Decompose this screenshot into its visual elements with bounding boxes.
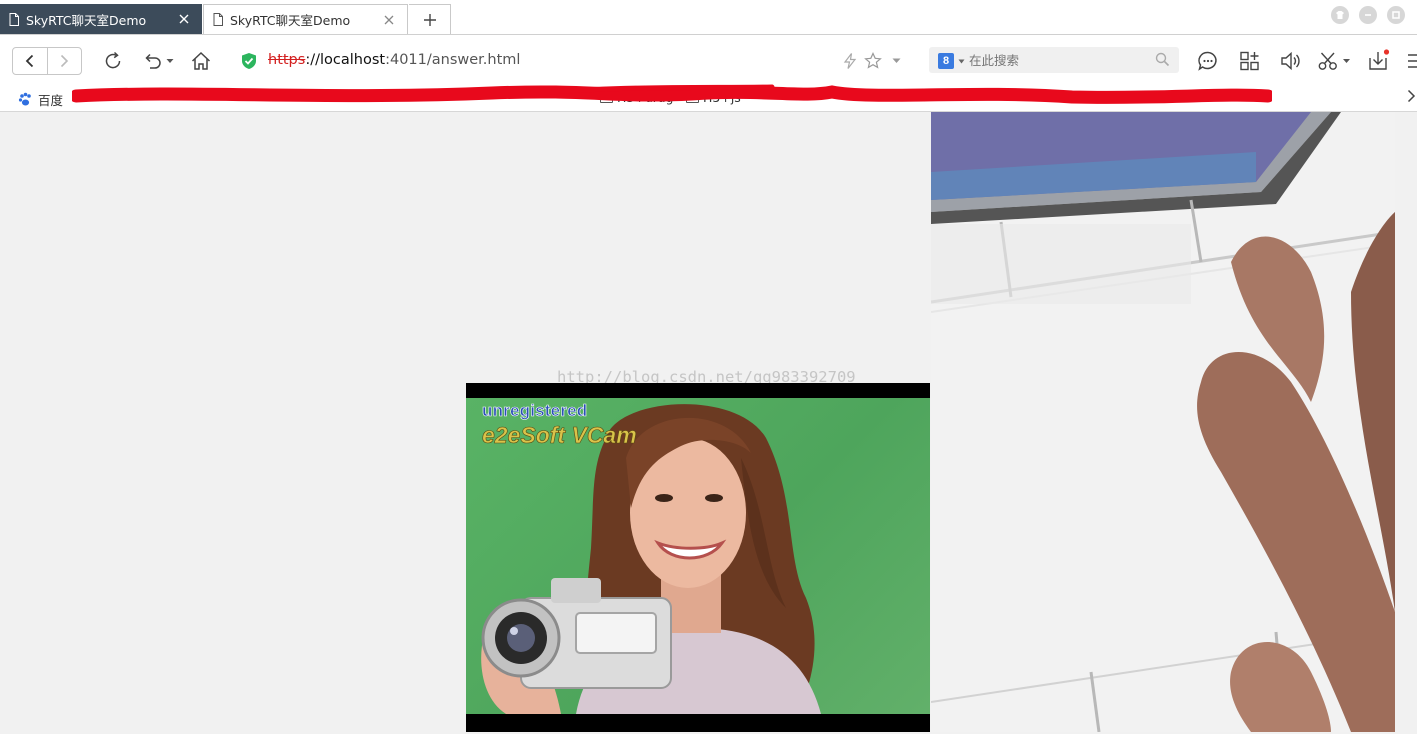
- chevron-down-icon: [166, 59, 174, 63]
- menu-icon[interactable]: [1406, 52, 1417, 70]
- shirt-icon: [1336, 11, 1344, 19]
- lightning-icon[interactable]: [843, 53, 857, 69]
- reload-icon: [105, 51, 121, 69]
- url-path: :4011/answer.html: [385, 52, 521, 68]
- chevron-down-icon[interactable]: [892, 58, 901, 64]
- bookmark-baidu[interactable]: 百度: [18, 90, 63, 109]
- star-icon[interactable]: [864, 52, 882, 70]
- navigation-toolbar: https://localhost:4011/answer.html 8: [0, 35, 1417, 83]
- remote-camera-image: [931, 112, 1395, 732]
- home-button[interactable]: [189, 49, 213, 73]
- minimize-icon: [1365, 14, 1371, 16]
- chevron-right-icon: [61, 54, 69, 68]
- back-button[interactable]: [13, 48, 48, 74]
- paw-icon: [18, 92, 31, 106]
- local-video-frame: unregistered e2eSoft VCam: [466, 398, 930, 714]
- forward-button[interactable]: [48, 48, 82, 74]
- tab-title: SkyRTC聊天室Demo: [230, 13, 351, 28]
- back-forward-group: [12, 47, 82, 75]
- page-icon: [9, 12, 19, 26]
- vcam-overlay-unregistered: unregistered: [482, 401, 588, 421]
- minimize-button[interactable]: [1359, 6, 1377, 24]
- vcam-overlay-brand: e2eSoft VCam: [482, 422, 637, 449]
- redaction-scribble: [72, 84, 1272, 104]
- chevron-right-icon[interactable]: [1406, 89, 1416, 103]
- url-scheme: https: [268, 52, 306, 68]
- maximize-button[interactable]: [1387, 6, 1405, 24]
- url-host: ://localhost: [305, 52, 386, 68]
- magnifier-icon[interactable]: [1155, 52, 1170, 67]
- home-icon: [191, 51, 211, 70]
- search-engine-icon[interactable]: 8: [938, 53, 954, 69]
- close-tab-icon[interactable]: [178, 13, 190, 25]
- undo-close-button[interactable]: [139, 49, 177, 73]
- speaker-icon[interactable]: [1279, 50, 1301, 72]
- plus-icon: [423, 13, 436, 26]
- page-icon: [213, 13, 223, 26]
- chat-bubble-icon[interactable]: [1197, 50, 1219, 72]
- new-tab-button[interactable]: [409, 4, 451, 34]
- chevron-down-icon[interactable]: [958, 59, 965, 64]
- close-tab-icon[interactable]: [383, 14, 395, 26]
- page-content: http://blog.csdn.net/qq983392709 unregis…: [0, 112, 1417, 734]
- tab-strip: SkyRTC聊天室Demo SkyRTC聊天室Demo: [0, 0, 1417, 35]
- search-box: 8: [929, 47, 1179, 73]
- undo-icon: [145, 53, 161, 69]
- search-input[interactable]: [969, 51, 1149, 69]
- local-video[interactable]: unregistered e2eSoft VCam: [466, 383, 930, 732]
- chevron-left-icon: [25, 54, 33, 68]
- tab-skyrtc-active[interactable]: SkyRTC聊天室Demo: [0, 4, 202, 34]
- apps-grid-icon[interactable]: [1239, 50, 1261, 72]
- scissors-icon[interactable]: [1317, 50, 1351, 72]
- bookmark-label: 百度: [38, 93, 64, 108]
- maximize-icon: [1392, 11, 1400, 19]
- shield-check-icon[interactable]: [240, 52, 258, 70]
- download-icon[interactable]: [1367, 48, 1391, 72]
- address-bar[interactable]: https://localhost:4011/answer.html: [268, 52, 520, 68]
- tab-title: SkyRTC聊天室Demo: [26, 12, 147, 28]
- remote-video[interactable]: [931, 112, 1395, 732]
- tab-skyrtc[interactable]: SkyRTC聊天室Demo: [203, 4, 408, 34]
- reload-button[interactable]: [101, 49, 125, 73]
- skin-button[interactable]: [1331, 6, 1349, 24]
